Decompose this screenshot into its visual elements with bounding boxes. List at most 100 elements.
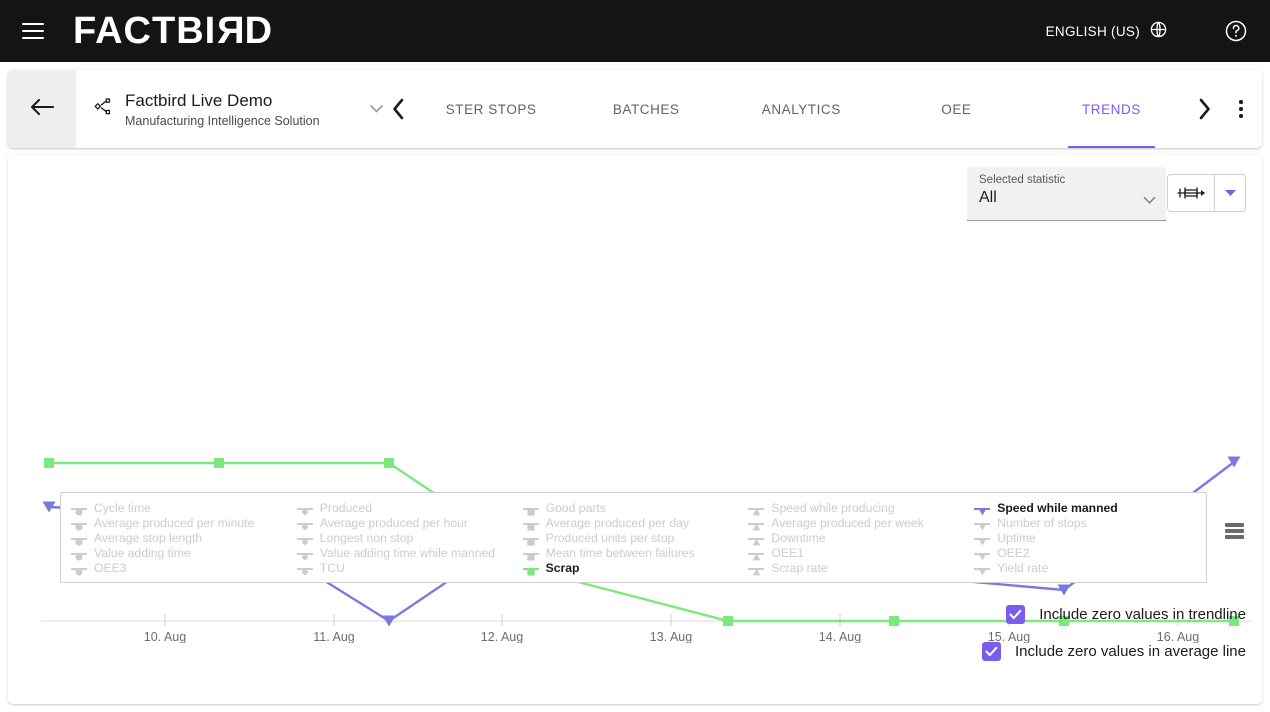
legend-marker-circle-icon — [71, 563, 87, 576]
legend-marker-triangle-down-icon — [974, 563, 991, 575]
date-range-button-group — [1167, 174, 1246, 212]
chevron-down-icon[interactable] — [1143, 191, 1156, 209]
series-point[interactable] — [384, 458, 394, 468]
back-button[interactable] — [8, 70, 76, 148]
project-subtitle: Manufacturing Intelligence Solution — [125, 113, 320, 128]
legend-item-cycle-time[interactable]: Cycle time — [71, 501, 297, 516]
legend-item-label: Scrap rate — [771, 561, 828, 575]
legend-column-1: Cycle time Average produced per minute Ave… — [71, 501, 297, 576]
legend-item-number-of-stops[interactable]: Number of stops — [974, 516, 1200, 531]
legend-item-longest-non-stop[interactable]: Longest non stop — [296, 531, 523, 546]
legend-item-label: Average produced per week — [771, 516, 924, 530]
legend-item-label: Speed while producing — [771, 501, 895, 515]
series-point[interactable] — [44, 458, 54, 468]
legend-column-2: Produced Average produced per hour Longest… — [296, 501, 523, 576]
legend-marker-triangle-down-icon — [974, 533, 991, 545]
factbird-logo: FACTBI R D — [73, 10, 273, 52]
legend-marker-triangle-up-icon — [748, 518, 765, 530]
legend-item-label: Produced units per stop — [545, 531, 675, 545]
tab-trends[interactable]: TRENDS — [1034, 70, 1189, 148]
legend-item-scrap[interactable]: Scrap — [522, 561, 749, 576]
project-selector[interactable]: Factbird Live Demo Manufacturing Intelli… — [76, 70, 383, 148]
legend-column-4: Speed while producing Average produced pe… — [748, 501, 974, 576]
legend-column-5: Speed while manned Number of stops Uptime O… — [974, 501, 1200, 576]
legend-marker-square-icon — [522, 518, 539, 531]
share-nodes-icon — [94, 97, 113, 121]
legend-menu-icon[interactable] — [1225, 523, 1244, 539]
legend-item-label: Average produced per minute — [94, 516, 255, 530]
navigation-card: Factbird Live Demo Manufacturing Intelli… — [8, 70, 1262, 148]
legend-marker-square-icon — [522, 548, 539, 561]
selected-statistic-select[interactable]: Selected statistic All — [967, 167, 1166, 221]
legend-item-oee2[interactable]: OEE2 — [974, 546, 1200, 561]
language-selector[interactable]: ENGLISH (US) — [1046, 20, 1168, 42]
legend-item-yield-rate[interactable]: Yield rate — [974, 561, 1200, 576]
topbar-actions: ENGLISH (US) — [1046, 19, 1270, 43]
logo-flipped-r: R — [216, 10, 245, 52]
legend-marker-diamond-icon — [296, 533, 313, 546]
kebab-menu-icon[interactable] — [1220, 70, 1262, 148]
tab-oee[interactable]: OEE — [879, 70, 1034, 148]
trends-panel: Selected statistic All 10. Aug 11. Aug 12.… — [8, 155, 1262, 704]
legend-marker-circle-icon — [71, 548, 87, 561]
legend-item-speed-while-manned[interactable]: Speed while manned — [974, 501, 1200, 516]
legend-marker-diamond-icon — [296, 548, 313, 561]
legend-item-mean-time-between-failures[interactable]: Mean time between failures — [522, 546, 749, 561]
legend-marker-triangle-down-icon — [974, 503, 991, 515]
legend-item-downtime[interactable]: Downtime — [748, 531, 974, 546]
hamburger-icon[interactable] — [22, 23, 44, 39]
legend-item-produced[interactable]: Produced — [296, 501, 523, 516]
legend-item-label: Yield rate — [997, 561, 1049, 575]
legend-item-label: Average produced per hour — [319, 516, 468, 530]
legend-item-average-stop-length[interactable]: Average stop length — [71, 531, 297, 546]
legend-item-average-produced-per-hour[interactable]: Average produced per hour — [296, 516, 523, 531]
legend-item-label: Produced — [319, 501, 372, 515]
legend-item-oee3[interactable]: OEE3 — [71, 561, 297, 576]
legend-item-scrap-rate[interactable]: Scrap rate — [748, 561, 974, 576]
date-range-icon[interactable] — [1168, 175, 1215, 211]
trend-chart-svg: 10. Aug 11. Aug 12. Aug 13. Aug 14. Aug 15. A… — [41, 456, 1253, 643]
legend-item-label: Speed while manned — [997, 501, 1118, 515]
legend-item-label: Value adding time — [94, 546, 191, 560]
legend-item-uptime[interactable]: Uptime — [974, 531, 1200, 546]
chevron-left-icon[interactable] — [383, 98, 414, 120]
tab-batches[interactable]: BATCHES — [569, 70, 724, 148]
legend-item-value-adding-time[interactable]: Value adding time — [71, 546, 297, 561]
selected-statistic-label: Selected statistic — [979, 174, 1066, 186]
legend-item-produced-units-per-stop[interactable]: Produced units per stop — [522, 531, 749, 546]
checkbox-include-zero-average-line[interactable] — [982, 642, 1002, 661]
legend-item-average-produced-per-minute[interactable]: Average produced per minute — [71, 516, 297, 531]
legend-item-value-adding-time-while-manned[interactable]: Value adding time while manned — [296, 546, 523, 561]
tab-label: TRENDS — [1082, 101, 1141, 117]
legend-item-average-produced-per-day[interactable]: Average produced per day — [522, 516, 749, 531]
tab-bar: STER STOPS BATCHES ANALYTICS OEE TRENDS — [383, 70, 1220, 148]
tab-register-stops[interactable]: STER STOPS — [414, 70, 569, 148]
arrow-left-icon — [29, 96, 55, 123]
date-range-dropdown-caret[interactable] — [1215, 175, 1245, 211]
tab-label: OEE — [941, 101, 972, 117]
legend-item-speed-while-producing[interactable]: Speed while producing — [748, 501, 974, 516]
legend-marker-triangle-up-icon — [748, 548, 765, 560]
legend-item-good-parts[interactable]: Good parts — [522, 501, 749, 516]
legend-item-label: Longest non stop — [319, 531, 414, 545]
tab-analytics[interactable]: ANALYTICS — [724, 70, 879, 148]
legend-marker-diamond-icon — [296, 503, 313, 516]
series-point[interactable] — [214, 458, 224, 468]
tab-label: STER STOPS — [445, 101, 537, 117]
help-circle-icon[interactable] — [1224, 19, 1248, 43]
legend-marker-triangle-up-icon — [748, 503, 765, 515]
legend-marker-circle-icon — [71, 533, 87, 546]
legend-item-oee1[interactable]: OEE1 — [748, 546, 974, 561]
legend-marker-circle-icon — [71, 503, 87, 516]
option-trendline-label: Include zero values in trendline — [1039, 606, 1246, 623]
option-average-line-row: Include zero values in average line — [8, 642, 1262, 661]
legend-item-label: Scrap — [545, 561, 580, 575]
chevron-right-icon[interactable] — [1189, 98, 1220, 120]
legend-item-average-produced-per-week[interactable]: Average produced per week — [748, 516, 974, 531]
chart-legend[interactable]: Cycle time Average produced per minute Ave… — [60, 492, 1207, 583]
chevron-down-icon[interactable] — [369, 100, 383, 118]
checkbox-include-zero-trendline[interactable] — [1006, 605, 1026, 624]
legend-item-tcu[interactable]: TCU — [296, 561, 523, 576]
legend-item-label: Average stop length — [94, 531, 203, 545]
legend-marker-diamond-icon — [296, 563, 313, 576]
